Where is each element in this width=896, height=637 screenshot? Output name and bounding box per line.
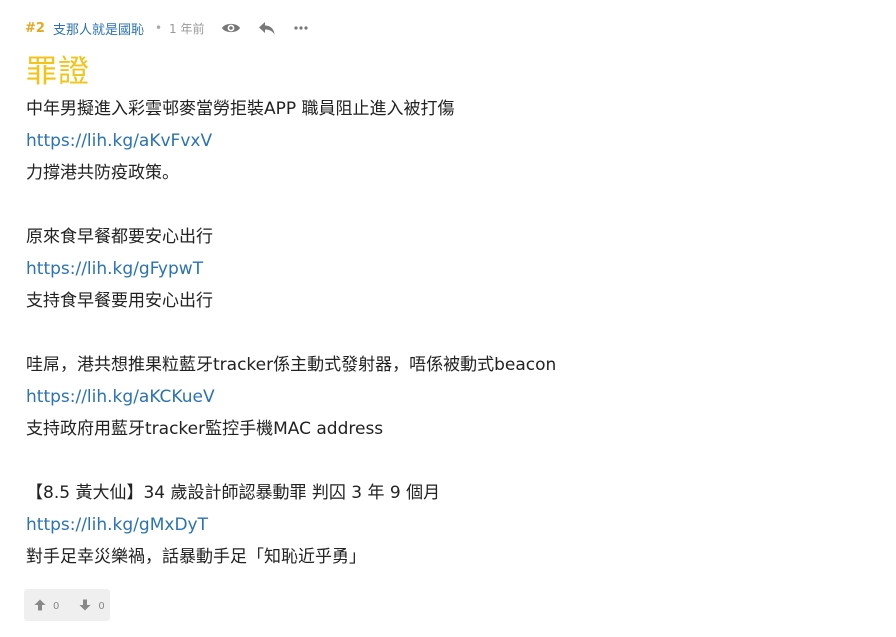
post-body: 中年男擬進入彩雲邨麥當勞拒裝APP 職員阻止進入被打傷 https://lih.… bbox=[26, 93, 866, 573]
body-line: 對手足幸災樂禍，話暴動手足「知恥近乎勇」 bbox=[26, 547, 366, 567]
body-link[interactable]: https://lih.kg/gFypwT bbox=[26, 259, 203, 279]
body-link[interactable]: https://lih.kg/aKCKueV bbox=[26, 387, 215, 407]
downvote-count: 0 bbox=[98, 601, 105, 612]
body-link[interactable]: https://lih.kg/aKvFvxV bbox=[26, 131, 212, 151]
body-line: 力撐港共防疫政策。 bbox=[26, 163, 179, 183]
upvote-count: 0 bbox=[53, 601, 60, 612]
arrow-down-icon bbox=[79, 596, 91, 615]
floor-number: #2 bbox=[25, 20, 45, 36]
reply-icon[interactable] bbox=[257, 18, 277, 38]
post-header: #2 支那人就是國恥 • 1 年前 bbox=[25, 16, 311, 40]
body-line: 支持政府用藍牙tracker監控手機MAC address bbox=[26, 419, 384, 439]
eye-icon[interactable] bbox=[221, 18, 241, 38]
upvote-button[interactable]: 0 bbox=[34, 596, 59, 615]
body-line: 哇屌，港共想推果粒藍牙tracker係主動式發射器，唔係被動式beacon bbox=[26, 355, 557, 375]
vote-bar: 0 0 bbox=[24, 589, 110, 621]
post-time: 1 年前 bbox=[169, 21, 205, 36]
body-line: 原來食早餐都要安心出行 bbox=[26, 227, 213, 247]
more-icon[interactable] bbox=[291, 18, 311, 38]
post-title: 罪證 bbox=[26, 54, 90, 90]
arrow-up-icon bbox=[34, 596, 46, 615]
downvote-button[interactable]: 0 bbox=[79, 596, 105, 615]
username-link[interactable]: 支那人就是國恥 bbox=[53, 19, 144, 38]
separator-dot: • bbox=[154, 21, 163, 35]
body-line: 中年男擬進入彩雲邨麥當勞拒裝APP 職員阻止進入被打傷 bbox=[26, 99, 455, 119]
body-link[interactable]: https://lih.kg/gMxDyT bbox=[26, 515, 208, 535]
body-line: 【8.5 黃大仙】34 歲設計師認暴動罪 判囚 3 年 9 個月 bbox=[26, 483, 441, 503]
body-line: 支持食早餐要用安心出行 bbox=[26, 291, 213, 311]
